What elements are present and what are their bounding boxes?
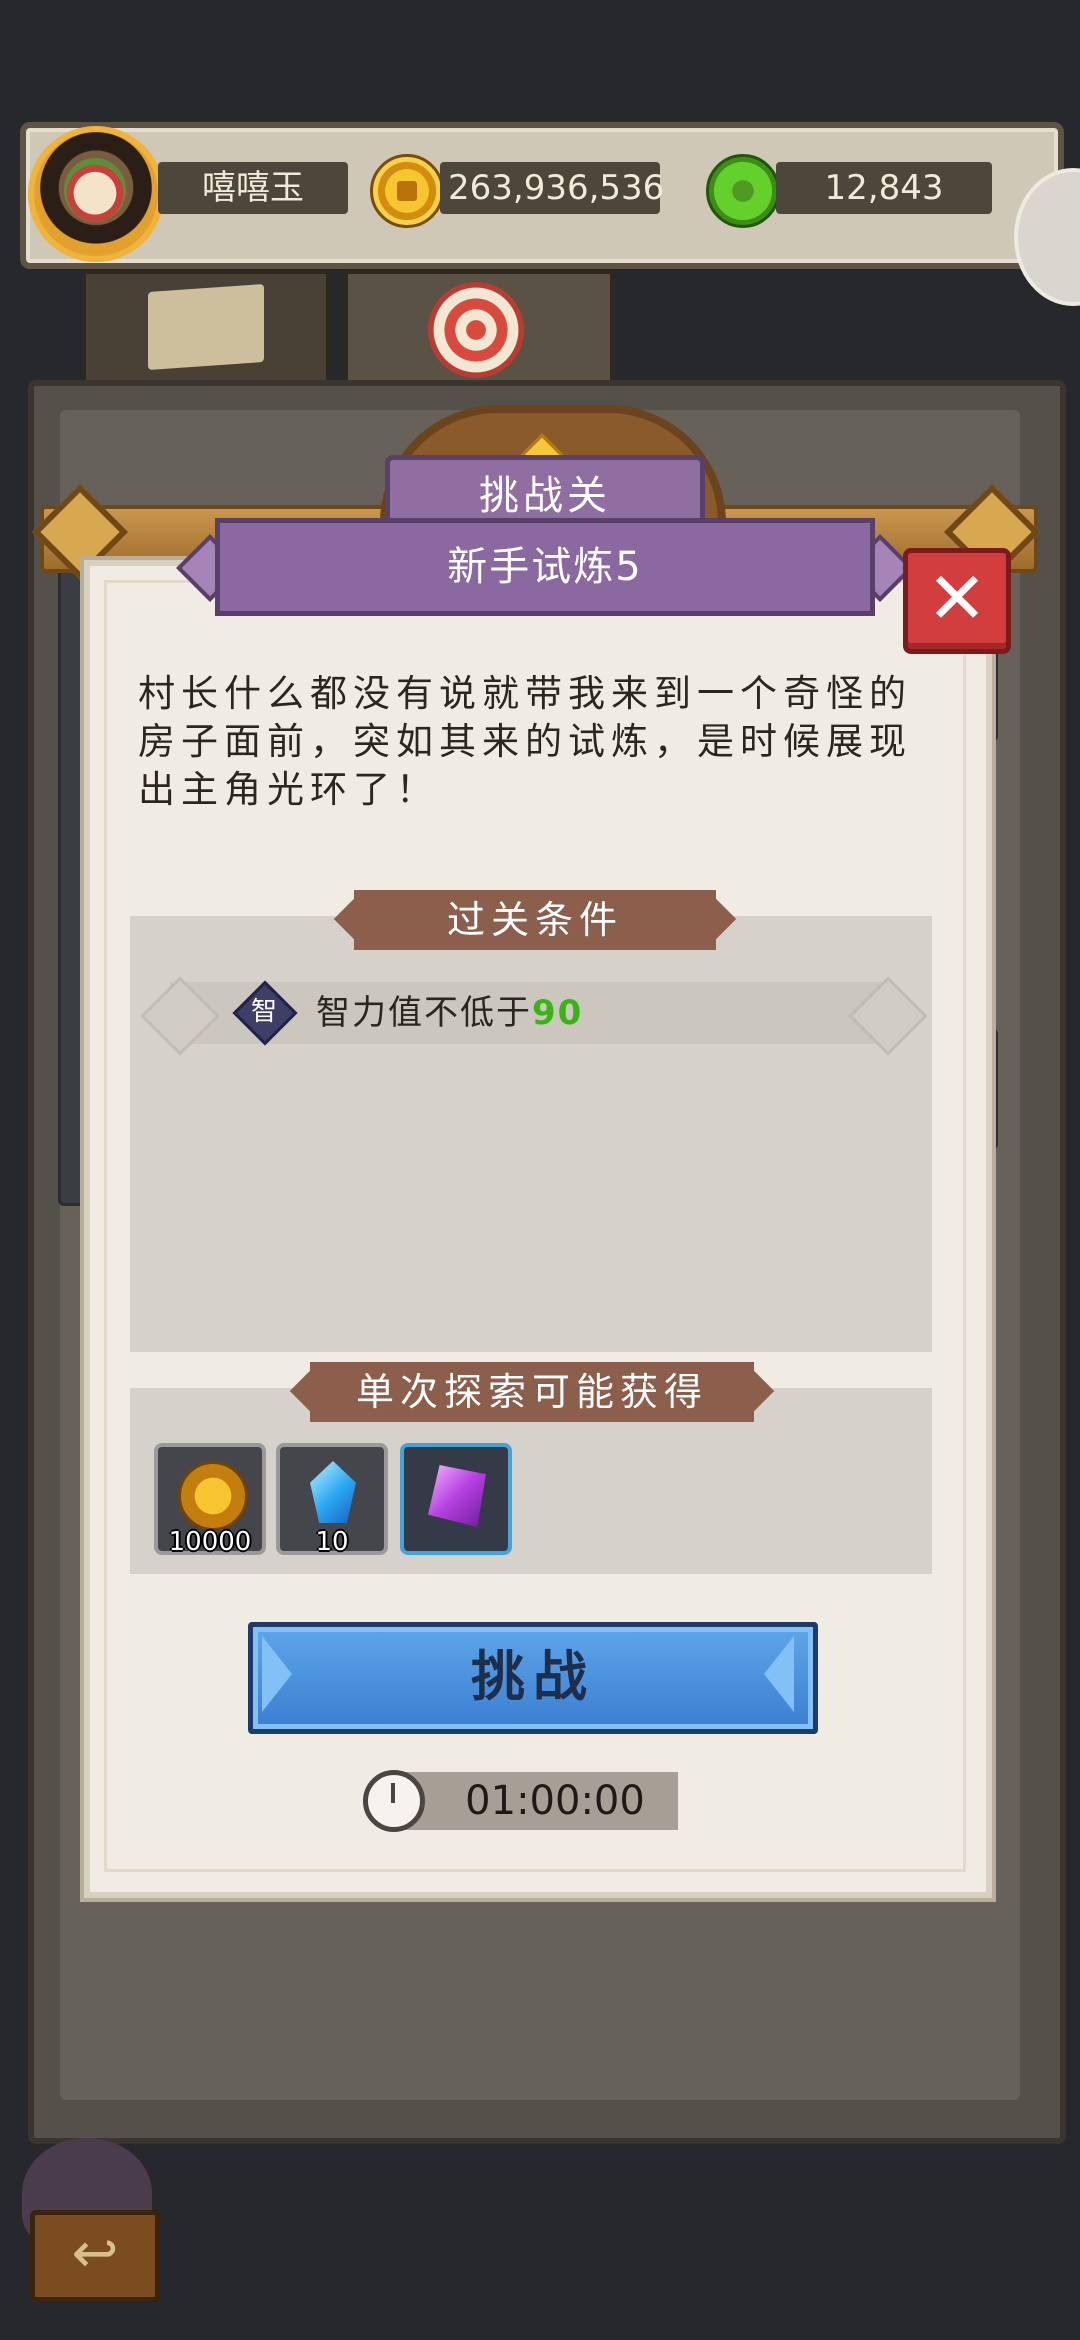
gold-coin-icon: [370, 154, 444, 228]
challenge-button[interactable]: 挑战: [248, 1622, 818, 1734]
reward-qty: 10: [315, 1527, 349, 1557]
rewards-title: 单次探索可能获得: [310, 1362, 754, 1422]
close-button[interactable]: ✕: [903, 548, 1011, 654]
chevron-right-icon: [764, 1636, 794, 1712]
close-icon: ✕: [926, 556, 988, 640]
tab-challenge[interactable]: [344, 270, 614, 386]
blue-crystal-icon: [310, 1461, 356, 1523]
return-arrow-icon: ↩: [71, 2221, 119, 2286]
player-name: 嘻嘻玉: [158, 162, 348, 214]
reward-item-crystal[interactable]: 10: [276, 1443, 388, 1557]
intelligence-badge-icon: 智: [232, 980, 298, 1046]
reward-item-gem[interactable]: [400, 1443, 512, 1555]
timer-text: 01:00:00: [465, 1778, 645, 1824]
jade-coin-icon: [706, 154, 780, 228]
return-button[interactable]: ↩: [30, 2210, 160, 2302]
dialog-title: 新手试炼5: [215, 518, 875, 616]
map-icon: [148, 283, 264, 371]
conditions-title: 过关条件: [354, 890, 716, 950]
gold-amount: 263,936,536: [440, 162, 664, 214]
purple-gem-icon: [428, 1465, 486, 1527]
tab-map[interactable]: [82, 270, 330, 386]
condition-value: 90: [532, 993, 584, 1033]
stopwatch-icon: [363, 1770, 425, 1832]
stage-description: 村长什么都没有说就带我来到一个奇怪的房子面前，突如其来的试炼，是时候展现出主角光…: [138, 672, 912, 811]
target-icon: [428, 282, 524, 378]
player-avatar[interactable]: [28, 126, 164, 262]
reward-qty: 10000: [168, 1527, 252, 1557]
gold-coins-icon: [178, 1461, 248, 1531]
reward-item-gold[interactable]: 10000: [154, 1443, 266, 1557]
jade-amount: 12,843: [776, 162, 992, 214]
chevron-left-icon: [262, 1636, 292, 1712]
condition-text: 智力值不低于90: [316, 993, 584, 1033]
